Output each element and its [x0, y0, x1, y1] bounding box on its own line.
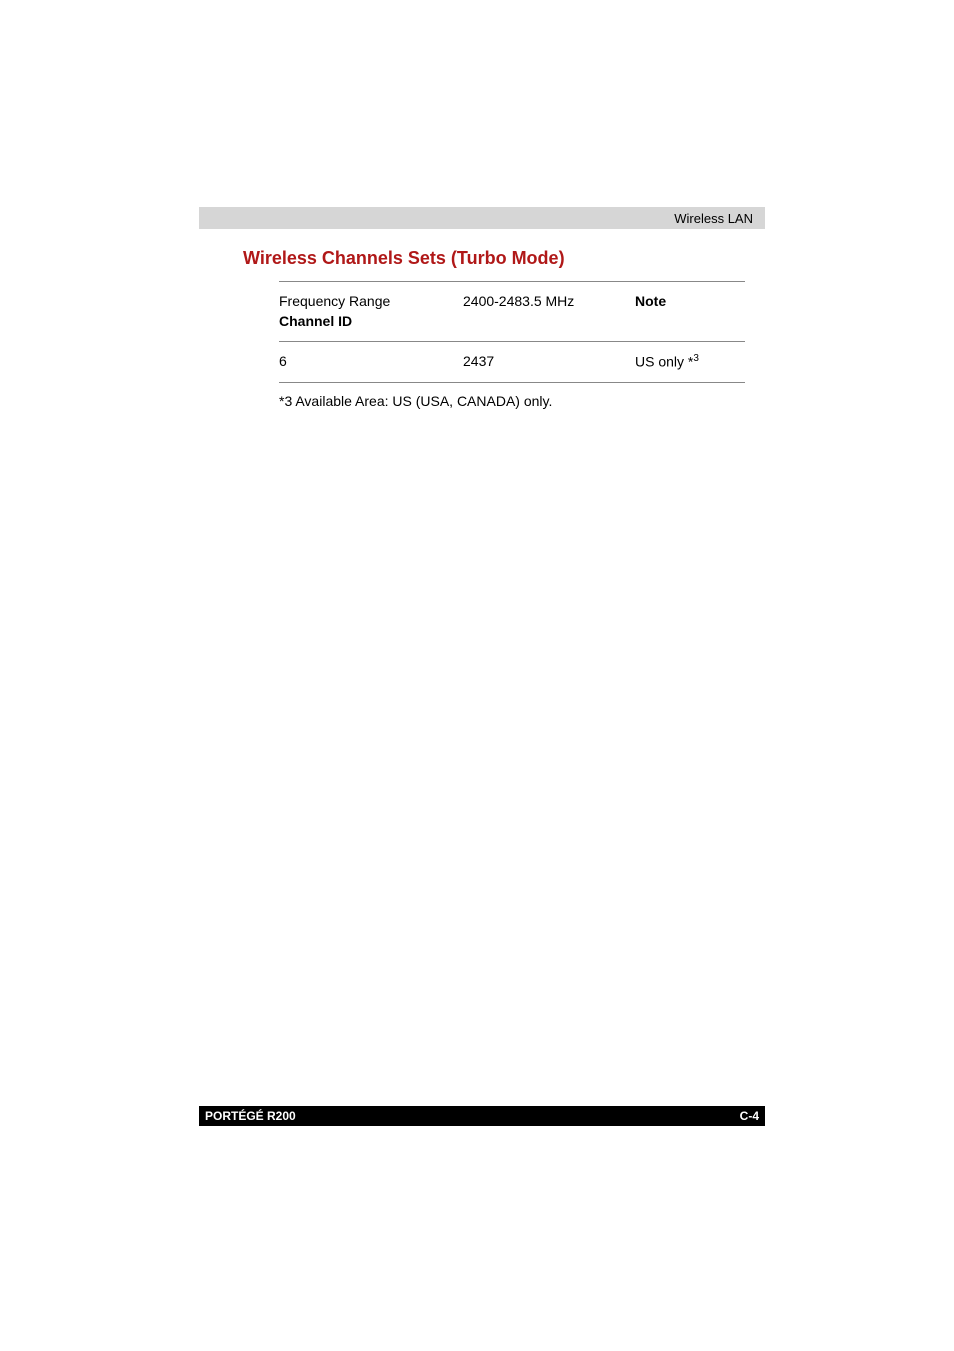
table-header-col3: Note: [635, 292, 745, 331]
cell-note-text: US only *: [635, 354, 693, 370]
cell-channel-id: 6: [279, 352, 463, 372]
table-header-row: Frequency Range Channel ID 2400-2483.5 M…: [279, 282, 745, 342]
footer-model: PORTÉGÉ R200: [205, 1109, 296, 1123]
page-footer-bar: PORTÉGÉ R200 C-4: [199, 1106, 765, 1126]
table-row: 6 2437 US only *3: [279, 342, 745, 383]
section-heading: Wireless Channels Sets (Turbo Mode): [243, 248, 765, 269]
page-header-bar: Wireless LAN: [199, 207, 765, 229]
page-header-title: Wireless LAN: [674, 211, 753, 226]
channel-table: Frequency Range Channel ID 2400-2483.5 M…: [279, 281, 745, 383]
table-header-col1: Frequency Range Channel ID: [279, 292, 463, 331]
table-header-col2: 2400-2483.5 MHz: [463, 292, 635, 331]
table-header-col1-line1: Frequency Range: [279, 293, 390, 309]
cell-note-sup: 3: [693, 353, 699, 364]
page-content: Wireless Channels Sets (Turbo Mode) Freq…: [243, 248, 765, 409]
cell-note: US only *3: [635, 352, 745, 372]
cell-frequency: 2437: [463, 352, 635, 372]
table-footnote: *3 Available Area: US (USA, CANADA) only…: [279, 393, 765, 409]
footer-page-number: C-4: [740, 1109, 759, 1123]
document-page: Wireless LAN Wireless Channels Sets (Tur…: [0, 0, 954, 1351]
table-header-col1-line2: Channel ID: [279, 313, 352, 329]
